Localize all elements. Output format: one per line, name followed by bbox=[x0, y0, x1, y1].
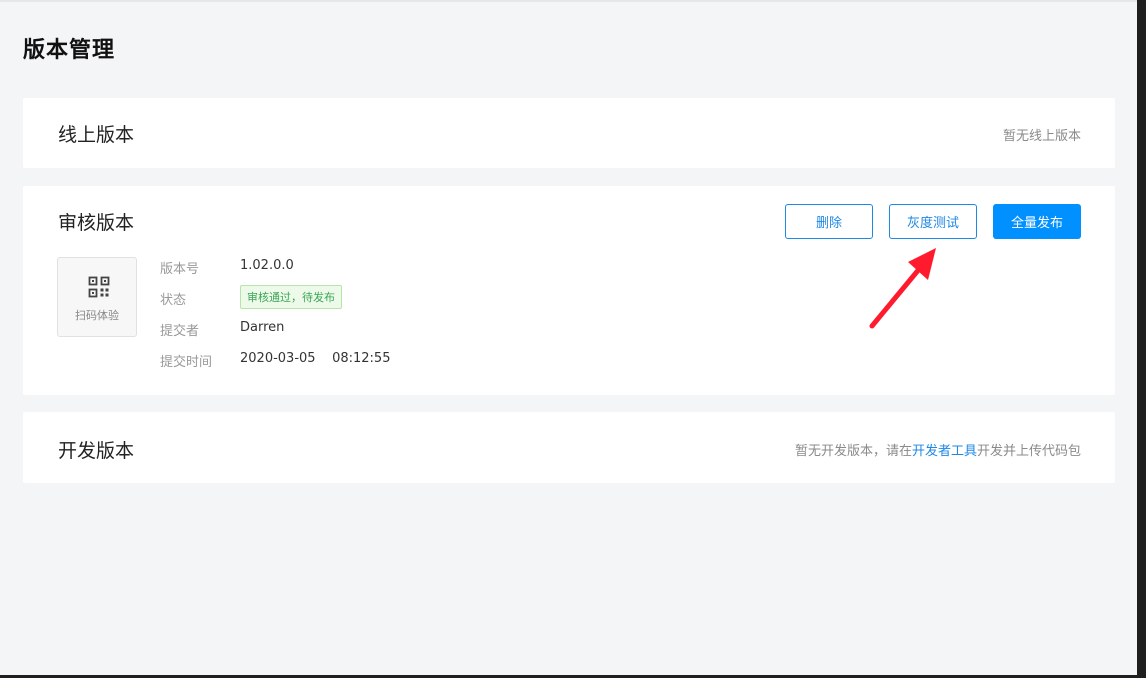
version-number-label: 版本号 bbox=[160, 262, 200, 277]
version-management-page: 版本管理 线上版本 暂无线上版本 审核版本 删除 灰度测试 全量发布 扫码体验 … bbox=[0, 0, 1137, 675]
status-badge: 审核通过，待发布 bbox=[240, 285, 342, 309]
delete-button[interactable]: 删除 bbox=[785, 204, 873, 239]
submit-time-value: 2020-03-05 08:12:55 bbox=[240, 351, 391, 366]
online-version-empty-note: 暂无线上版本 bbox=[1002, 129, 1081, 144]
online-version-title: 线上版本 bbox=[58, 124, 135, 146]
version-number-value: 1.02.0.0 bbox=[240, 258, 294, 273]
gray-test-button[interactable]: 灰度测试 bbox=[889, 204, 977, 239]
page-title: 版本管理 bbox=[23, 38, 116, 63]
dev-version-title: 开发版本 bbox=[58, 440, 135, 462]
submitter-label: 提交者 bbox=[160, 324, 200, 339]
review-version-card: 审核版本 删除 灰度测试 全量发布 扫码体验 版本号 1.02.0.0 状态 审… bbox=[23, 186, 1115, 395]
annotation-arrow-icon bbox=[869, 248, 936, 329]
qrcode-icon bbox=[88, 276, 110, 298]
dev-note-suffix: 开发并上传代码包 bbox=[976, 444, 1081, 459]
full-release-button[interactable]: 全量发布 bbox=[993, 204, 1081, 239]
status-label: 状态 bbox=[160, 293, 187, 308]
qr-preview-label: 扫码体验 bbox=[75, 309, 119, 322]
review-version-title: 审核版本 bbox=[58, 212, 135, 234]
dev-note-prefix: 暂无开发版本，请在 bbox=[794, 444, 912, 459]
qr-preview-button[interactable]: 扫码体验 bbox=[57, 257, 137, 337]
dev-version-card: 开发版本 暂无开发版本，请在开发者工具开发并上传代码包 bbox=[23, 412, 1115, 483]
submitter-value: Darren bbox=[240, 320, 285, 335]
dev-version-note: 暂无开发版本，请在开发者工具开发并上传代码包 bbox=[795, 440, 1081, 459]
developer-tools-link[interactable]: 开发者工具 bbox=[912, 444, 977, 459]
submit-time-label: 提交时间 bbox=[160, 355, 213, 370]
online-version-card: 线上版本 暂无线上版本 bbox=[23, 98, 1115, 168]
